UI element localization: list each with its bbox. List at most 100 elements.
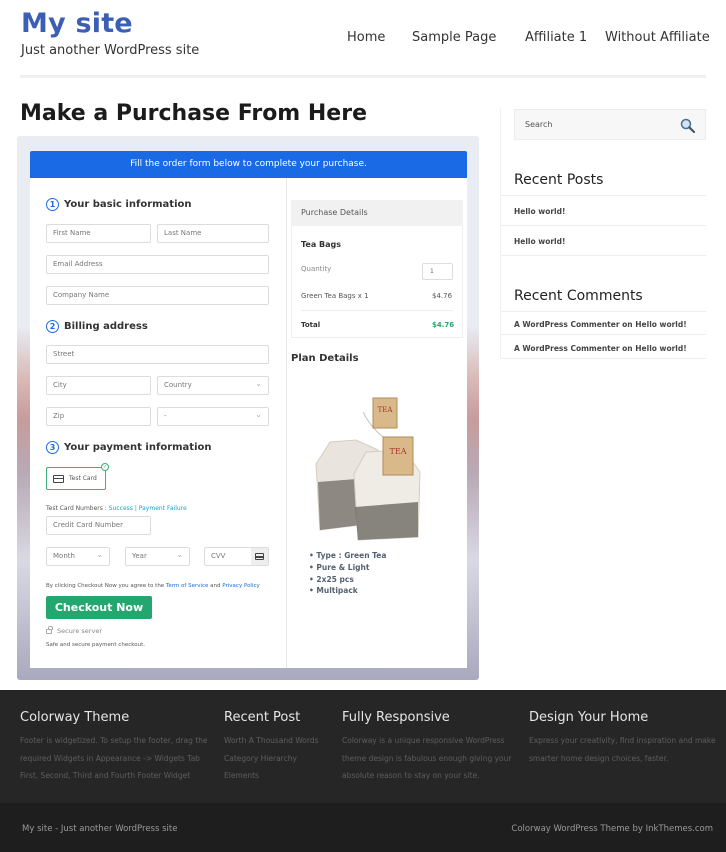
footer-col1-line: required Widgets in Appearance -> Widget… — [20, 753, 200, 763]
step-3-icon: 3 — [46, 441, 59, 454]
year-select[interactable]: Year — [125, 546, 190, 566]
sidebar-border — [500, 108, 501, 358]
sidebar-divider — [501, 334, 706, 335]
site-tagline: Just another WordPress site — [21, 43, 200, 58]
payment-failure-link[interactable]: Payment Failure — [139, 505, 187, 512]
footer-theme-credit[interactable]: Colorway WordPress Theme by InkThemes.co… — [511, 824, 713, 834]
plan-details-title: Plan Details — [291, 353, 359, 364]
cvv-input[interactable]: CVV — [204, 547, 269, 566]
test-card-numbers-label: Test Card Numbers : — [46, 505, 107, 512]
state-select[interactable]: - — [157, 406, 269, 426]
footer-col3-line: Colorway is a unique responsive WordPres… — [342, 736, 505, 745]
product-name: Tea Bags — [301, 240, 341, 249]
footer-col4-line: smarter home design choices, faster. — [529, 753, 669, 763]
search-placeholder: Search — [525, 120, 553, 129]
recent-comment-link[interactable]: A WordPress Commenter on Hello world! — [514, 320, 687, 329]
footer-col3-title: Fully Responsive — [342, 710, 450, 725]
footer-col4-title: Design Your Home — [529, 710, 649, 725]
footer-col3-text: Colorway is a unique responsive WordPres… — [342, 732, 511, 785]
credit-card-icon — [53, 474, 64, 483]
sidebar-divider — [501, 311, 706, 312]
recent-posts-title: Recent Posts — [514, 172, 604, 188]
privacy-link[interactable]: Privacy Policy — [222, 583, 259, 589]
feature-multipack: Multipack — [316, 586, 358, 595]
company-input[interactable]: Company Name — [46, 286, 269, 305]
footer-post-link[interactable]: Worth A Thousand Words — [224, 732, 319, 750]
search-input[interactable]: Search — [514, 109, 706, 140]
checkout-now-button[interactable]: Checkout Now — [46, 596, 152, 619]
agreement-prefix: By clicking Checkout Now you agree to th… — [46, 583, 165, 589]
month-select[interactable]: Month — [46, 546, 110, 566]
feature-item: • Type : Green Tea — [309, 551, 387, 560]
total-label: Total — [301, 321, 321, 329]
footer-post-link[interactable]: Category Hierarchy — [224, 750, 319, 768]
feature-item: • Multipack — [309, 586, 358, 595]
city-input[interactable]: City — [46, 376, 151, 395]
sidebar-divider — [501, 195, 706, 196]
section-billing: 2 Billing address — [46, 320, 148, 333]
email-input[interactable]: Email Address — [46, 255, 269, 274]
last-name-input[interactable]: Last Name — [157, 224, 269, 243]
section-basic-info-title: Your basic information — [64, 199, 192, 210]
footer-col1-text: Footer is widgetized. To setup the foote… — [20, 732, 208, 785]
header-divider — [20, 75, 706, 78]
test-card-numbers: Test Card Numbers : Success | Payment Fa… — [46, 505, 187, 512]
page-title: Make a Purchase From Here — [20, 101, 367, 126]
selected-check-icon: ✓ — [101, 463, 109, 471]
secure-note: Safe and secure payment checkout. — [46, 642, 145, 648]
agreement-and: and — [210, 583, 221, 589]
column-divider — [286, 178, 287, 668]
success-link[interactable]: Success — [109, 505, 133, 512]
terms-link[interactable]: Term of Service — [166, 583, 208, 589]
footer-col3-line: absolute reason to stay on your site. — [342, 771, 480, 780]
nav-affiliate-1[interactable]: Affiliate 1 — [525, 30, 587, 45]
feature-type: Type : Green Tea — [316, 551, 387, 560]
footer-col4-line: Express your creativity, find inspiratio… — [529, 736, 716, 745]
recent-comments-title: Recent Comments — [514, 288, 643, 304]
test-card-option[interactable]: Test Card ✓ — [46, 463, 109, 490]
footer-col4-text: Express your creativity, find inspiratio… — [529, 732, 716, 767]
nav-without-affiliate[interactable]: Without Affiliate — [605, 30, 710, 45]
sidebar-divider — [501, 255, 706, 256]
cvv-card-icon — [251, 548, 268, 565]
nav-home[interactable]: Home — [347, 30, 385, 45]
quantity-label: Quantity — [301, 265, 332, 273]
first-name-input[interactable]: First Name — [46, 224, 151, 243]
line-item-price: $4.76 — [432, 292, 453, 300]
section-payment-title: Your payment information — [64, 442, 212, 453]
street-input[interactable]: Street — [46, 345, 269, 364]
lock-icon — [46, 625, 53, 634]
sidebar-divider — [501, 225, 706, 226]
footer-col2-title: Recent Post — [224, 710, 301, 725]
separator: | — [134, 505, 137, 512]
feature-item: • Pure & Light — [309, 563, 370, 572]
section-billing-title: Billing address — [64, 321, 148, 332]
sidebar-divider — [501, 358, 706, 359]
tea-bags-image: TEA TEA — [315, 397, 421, 541]
order-banner: Fill the order form below to complete yo… — [30, 151, 467, 178]
footer-col2-links: Worth A Thousand Words Category Hierarch… — [224, 732, 319, 785]
search-icon[interactable] — [680, 118, 695, 133]
quantity-input[interactable]: 1 — [422, 263, 453, 280]
feature-pcs: 2x25 pcs — [316, 575, 354, 584]
footer-col3-line: theme design is fabulous enough giving y… — [342, 753, 512, 763]
nav-sample-page[interactable]: Sample Page — [412, 30, 496, 45]
country-select[interactable]: Country — [157, 375, 269, 395]
card-number-input[interactable]: Credit Card Number — [46, 516, 151, 535]
tea-tag-front-text: TEA — [390, 447, 407, 456]
step-1-icon: 1 — [46, 198, 59, 211]
section-basic-info: 1 Your basic information — [46, 198, 192, 211]
recent-post-link[interactable]: Hello world! — [514, 207, 565, 216]
footer-col1-line: Footer is widgetized. To setup the foote… — [20, 736, 208, 745]
secure-server: Secure server — [46, 625, 102, 635]
cvv-placeholder: CVV — [211, 552, 226, 560]
zip-input[interactable]: Zip — [46, 407, 151, 426]
site-title[interactable]: My site — [21, 8, 133, 39]
total-divider — [301, 310, 453, 311]
recent-comment-link[interactable]: A WordPress Commenter on Hello world! — [514, 344, 687, 353]
footer-post-link[interactable]: Elements — [224, 767, 319, 785]
feature-pure: Pure & Light — [316, 563, 370, 572]
recent-post-link[interactable]: Hello world! — [514, 237, 565, 246]
footer-col1-title: Colorway Theme — [20, 710, 130, 725]
footer-site-credit[interactable]: My site - Just another WordPress site — [22, 824, 177, 834]
